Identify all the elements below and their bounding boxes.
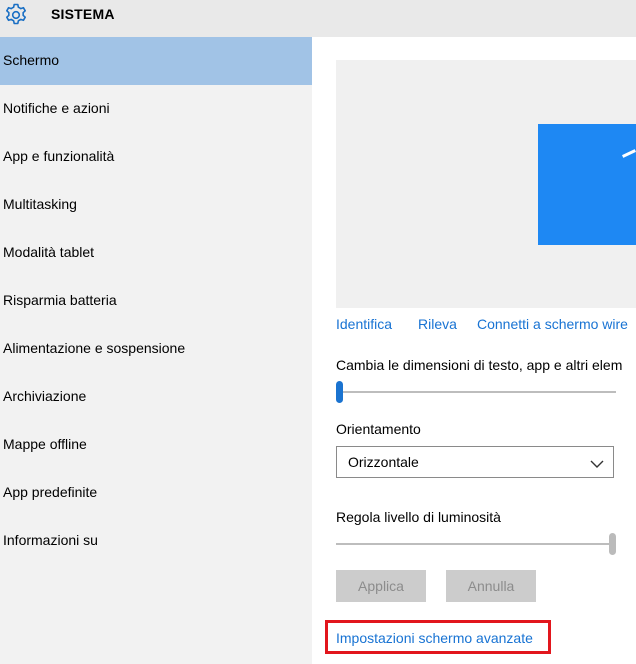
monitor-tile[interactable] [538,124,636,245]
scale-slider-track[interactable] [336,391,616,393]
sidebar-item-label: Multitasking [3,196,77,212]
sidebar-item-label: Archiviazione [3,388,87,404]
sidebar-item-app-funzionalita[interactable]: App e funzionalità [0,133,312,181]
sidebar-item-label: Alimentazione e sospensione [3,340,186,356]
orientation-dropdown[interactable]: Orizzontale [336,446,614,478]
orientation-value: Orizzontale [348,454,419,470]
sidebar-item-multitasking[interactable]: Multitasking [0,181,312,229]
sidebar-item-modalita-tablet[interactable]: Modalità tablet [0,229,312,277]
sidebar-item-informazioni[interactable]: Informazioni su [0,517,312,565]
sidebar-item-label: Notifiche e azioni [3,100,110,116]
sidebar-item-label: Risparmia batteria [3,292,117,308]
sidebar-item-risparmia-batteria[interactable]: Risparmia batteria [0,277,312,325]
sidebar-item-schermo[interactable]: Schermo [0,37,312,85]
title-bar: SISTEMA [0,0,636,37]
orientation-label: Orientamento [336,421,421,437]
sidebar-item-app-predefinite[interactable]: App predefinite [0,469,312,517]
brightness-label: Regola livello di luminosità [336,509,501,525]
chevron-down-icon [590,456,604,468]
display-preview [336,60,636,308]
display-settings-panel: Identifica Rileva Connetti a schermo wir… [312,37,636,664]
sidebar-item-alimentazione[interactable]: Alimentazione e sospensione [0,325,312,373]
sidebar-item-label: Informazioni su [3,532,98,548]
sidebar-item-label: App predefinite [3,484,98,500]
brightness-slider-thumb[interactable] [609,533,616,555]
sidebar-item-mappe-offline[interactable]: Mappe offline [0,421,312,469]
sidebar-item-label: App e funzionalità [3,148,115,164]
connect-wireless-link[interactable]: Connetti a schermo wire [477,316,628,332]
identify-link[interactable]: Identifica [336,316,392,332]
detect-link[interactable]: Rileva [418,316,457,332]
sidebar-item-label: Mappe offline [3,436,87,452]
display-links: Identifica Rileva Connetti a schermo wir… [336,316,636,338]
sidebar-item-label: Schermo [3,52,60,68]
sidebar-item-label: Modalità tablet [3,244,95,260]
gear-icon [3,2,29,28]
monitor-number-glyph [622,149,636,158]
sidebar: Schermo Notifiche e azioni App e funzion… [0,37,312,664]
scale-slider-thumb[interactable] [336,381,343,403]
cancel-button[interactable]: Annulla [446,570,536,602]
apply-button[interactable]: Applica [336,570,426,602]
advanced-display-settings-link[interactable]: Impostazioni schermo avanzate [336,630,533,646]
brightness-slider-track[interactable] [336,543,616,545]
sidebar-item-archiviazione[interactable]: Archiviazione [0,373,312,421]
scale-label: Cambia le dimensioni di testo, app e alt… [336,357,623,373]
page-title: SISTEMA [51,6,115,22]
sidebar-item-notifiche[interactable]: Notifiche e azioni [0,85,312,133]
